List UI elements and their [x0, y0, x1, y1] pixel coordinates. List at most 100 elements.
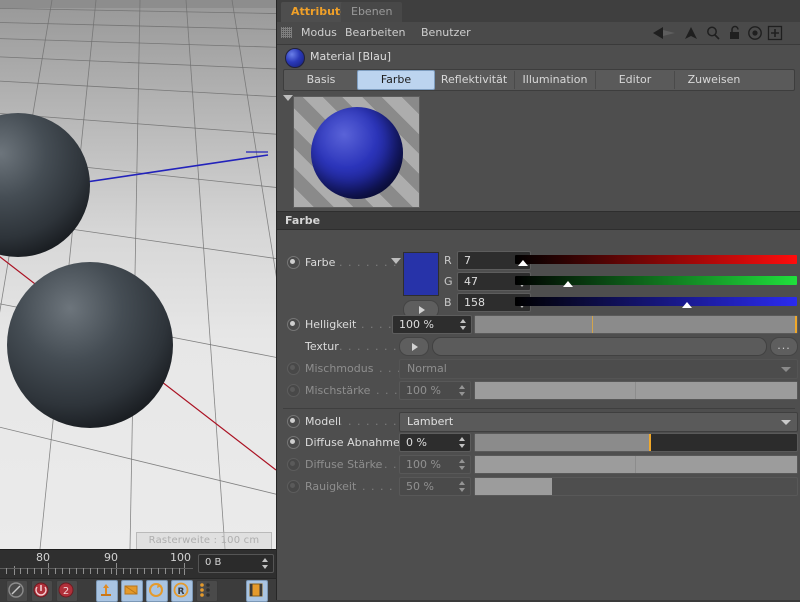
tab-reflektivitaet[interactable]: Reflektivität — [434, 71, 515, 89]
diffuse-staerke-spinner[interactable] — [459, 459, 466, 470]
helligkeit-spinner[interactable] — [460, 319, 467, 330]
timeline-tick-label: 100 — [170, 551, 191, 564]
slider-handle-g[interactable] — [563, 281, 573, 287]
menu-bearbeiten[interactable]: Bearbeiten — [345, 26, 405, 39]
mischmodus-value: Normal — [407, 362, 447, 375]
back-arrow-icon[interactable] — [651, 25, 677, 41]
tab-illumination[interactable]: Illumination — [515, 71, 596, 89]
object-name-label: Material [Blau] — [310, 50, 392, 63]
diffuse-abnahme-slider[interactable] — [474, 433, 798, 452]
undo-circle-icon[interactable] — [31, 580, 53, 602]
triangle-down-icon[interactable] — [283, 95, 293, 101]
label-rauigkeit: Rauigkeit — [305, 480, 357, 493]
object-header-row[interactable]: Material [Blau] — [277, 45, 800, 69]
slider-handle-r[interactable] — [518, 260, 528, 266]
sphere-upper — [0, 113, 90, 257]
textur-browse-button[interactable]: ... — [770, 337, 798, 356]
sphere-lower — [7, 262, 173, 428]
slider-handle-b[interactable] — [682, 302, 692, 308]
timeline-value-field[interactable]: 0 B — [198, 554, 274, 573]
textur-input[interactable] — [432, 337, 767, 356]
diffuse-abnahme-field[interactable]: 0 % — [399, 433, 471, 452]
textur-browse-label: ... — [777, 339, 791, 352]
lock-icon[interactable] — [727, 25, 743, 41]
search-icon[interactable] — [705, 25, 721, 41]
helligkeit-field[interactable]: 100 % — [392, 315, 472, 334]
mischstaerke-slider[interactable] — [474, 381, 798, 400]
textur-menu-button[interactable] — [399, 337, 429, 356]
cinema4d-window: Rasterweite : 100 cm 80 90 100 0 B 2 R A… — [0, 0, 800, 602]
drag-grip-icon[interactable] — [281, 27, 292, 38]
filmstrip-icon[interactable] — [246, 580, 268, 602]
viewport-grid — [0, 0, 276, 549]
attribute-menu-bar[interactable]: Modus Bearbeiten Benutzer — [277, 22, 800, 45]
diffuse-staerke-animate-radio[interactable] — [287, 458, 300, 471]
diffuse-staerke-slider[interactable] — [474, 455, 798, 474]
mischstaerke-field[interactable]: 100 % — [399, 381, 471, 400]
channel-label-r: R — [444, 254, 452, 267]
farbe-animate-radio[interactable] — [287, 256, 300, 269]
diffuse-staerke-value: 100 % — [406, 458, 441, 471]
preview-sphere — [311, 107, 403, 199]
helligkeit-slider[interactable] — [474, 315, 798, 334]
label-diffuse-abnahme: Diffuse Abnahme — [305, 436, 400, 449]
diffuse-abnahme-spinner[interactable] — [459, 437, 466, 448]
tab-editor[interactable]: Editor — [596, 71, 675, 89]
color-swatch[interactable] — [403, 252, 439, 296]
rauigkeit-animate-radio[interactable] — [287, 480, 300, 493]
chevron-down-icon — [781, 367, 791, 372]
bottom-toolbar[interactable]: 2 R — [0, 578, 276, 602]
window-tab-bar[interactable]: Attribute Ebenen — [277, 0, 800, 22]
label-farbe: Farbe — [305, 256, 336, 269]
material-preview[interactable] — [293, 96, 420, 208]
helligkeit-animate-radio[interactable] — [287, 318, 300, 331]
slider-gradient-b[interactable] — [515, 297, 797, 306]
rauigkeit-spinner[interactable] — [459, 481, 466, 492]
render-icon[interactable]: R — [171, 580, 193, 602]
diffuse-staerke-field[interactable]: 100 % — [399, 455, 471, 474]
slider-gradient-g[interactable] — [515, 276, 797, 285]
menu-modus[interactable]: Modus — [301, 26, 337, 39]
material-tab-bar[interactable]: Basis Farbe Reflektivität Illumination E… — [283, 69, 795, 91]
diffuse-abnahme-value: 0 % — [406, 436, 427, 449]
plus-icon[interactable] — [767, 25, 783, 41]
rotate-icon[interactable] — [146, 580, 168, 602]
label-mischmodus: Mischmodus — [305, 362, 374, 375]
lasso-deselect-icon[interactable] — [6, 580, 28, 602]
label-mischmodus-dots: . . . . — [370, 362, 402, 375]
rauigkeit-value: 50 % — [406, 480, 434, 493]
help-circle-icon[interactable]: 2 — [56, 580, 78, 602]
chevron-down-icon — [781, 420, 791, 425]
svg-text:2: 2 — [63, 586, 69, 597]
tab-farbe[interactable]: Farbe — [357, 70, 435, 90]
move-axis-icon[interactable] — [96, 580, 118, 602]
modell-dropdown[interactable]: Lambert — [399, 412, 798, 432]
tab-basis[interactable]: Basis — [285, 71, 358, 89]
tab-zuweisen[interactable]: Zuweisen — [675, 71, 753, 89]
channel-value-g: 47 — [464, 275, 478, 288]
array-dots-icon[interactable] — [196, 580, 218, 602]
axis-z-line — [65, 154, 269, 186]
menu-benutzer[interactable]: Benutzer — [421, 26, 471, 39]
timeline-bar[interactable]: 80 90 100 0 B — [0, 549, 276, 579]
up-arrow-icon[interactable] — [683, 25, 699, 41]
chevron-down-icon[interactable] — [391, 258, 401, 264]
mischstaerke-animate-radio[interactable] — [287, 384, 300, 397]
timeline-ruler[interactable]: 80 90 100 — [0, 550, 193, 579]
timeline-spinner[interactable] — [262, 558, 269, 569]
diffuse-abnahme-animate-radio[interactable] — [287, 436, 300, 449]
target-icon[interactable] — [747, 25, 763, 41]
mischstaerke-spinner[interactable] — [459, 385, 466, 396]
scale-icon[interactable] — [121, 580, 143, 602]
label-diffuse-staerke: Diffuse Stärke — [305, 458, 383, 471]
material-preview-area[interactable] — [277, 91, 800, 211]
modell-animate-radio[interactable] — [287, 415, 300, 428]
tab-ebenen[interactable]: Ebenen — [341, 2, 403, 22]
rauigkeit-slider[interactable] — [474, 477, 798, 496]
viewport-3d[interactable]: Rasterweite : 100 cm — [0, 0, 276, 549]
slider-gradient-r[interactable] — [515, 255, 797, 264]
mischmodus-animate-radio[interactable] — [287, 362, 300, 375]
mischmodus-dropdown[interactable]: Normal — [399, 359, 798, 379]
rauigkeit-field[interactable]: 50 % — [399, 477, 471, 496]
label-helligkeit: Helligkeit — [305, 318, 357, 331]
